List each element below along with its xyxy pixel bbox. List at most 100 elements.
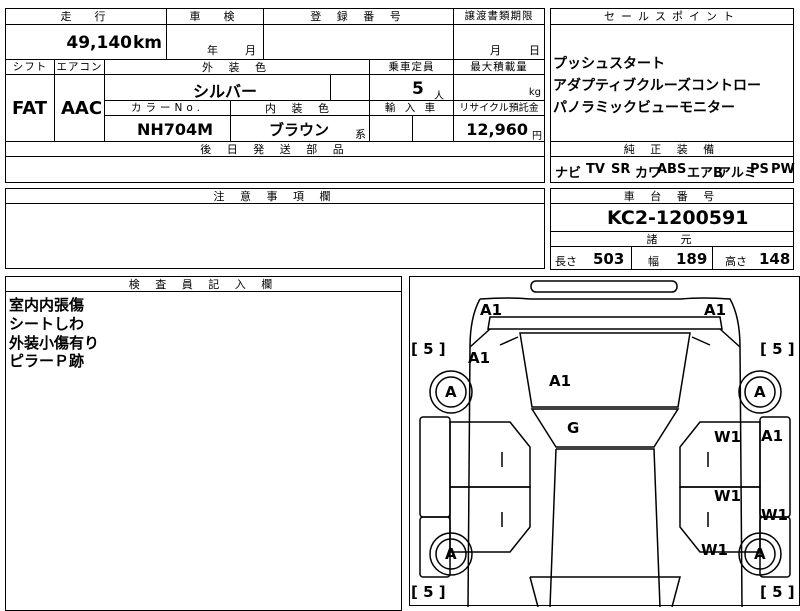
shift-value: FAT	[12, 98, 48, 119]
exterior-color-value: シルバー	[193, 82, 258, 101]
specs-width-cell: 幅 189	[631, 246, 713, 270]
tire-rl-label: A	[445, 545, 457, 563]
equipment-cell: ナビ TV SR カワ ABS エアB アルミ PS PW	[550, 156, 795, 183]
inspector-note-4: ピラーＰ跡	[9, 352, 85, 370]
notes-cell	[5, 203, 545, 269]
tire-rr-label: A	[754, 545, 766, 563]
mileage-unit: km	[132, 33, 162, 53]
tire-fl-label: A	[445, 383, 457, 401]
color-no-value: NH704M	[137, 120, 214, 139]
tire-fr-label: A	[754, 383, 766, 401]
import-cell-a	[369, 115, 413, 142]
tread-bracket-fl: [ 5 ]	[411, 340, 446, 358]
sales-points-box: プッシュスタート アダプティブクルーズコントロー パノラミックビューモニター	[550, 24, 794, 142]
width-label: 幅	[648, 255, 659, 268]
import-header: 輸 入 車	[369, 100, 454, 116]
mileage-value: 49,140	[66, 33, 132, 53]
inspection-header: 車 検	[166, 8, 264, 25]
tread-bracket-fr: [ 5 ]	[760, 340, 795, 358]
sales-point-2: アダプティブクルーズコントロー	[553, 78, 762, 94]
inspector-notes-cell: 室内内張傷 シートしわ 外装小傷有り ピラーＰ跡	[5, 291, 402, 611]
car-diagram	[419, 280, 791, 607]
import-cell-b	[412, 115, 454, 142]
aircon-value: AAC	[61, 98, 103, 119]
specs-length-cell: 長さ 503	[550, 246, 632, 270]
inspector-note-2: シートしわ	[9, 315, 85, 333]
specs-height-cell: 高さ 148	[712, 246, 794, 270]
sales-point-3: パノラミックビューモニター	[553, 100, 735, 116]
damage-front-left: A1	[480, 301, 503, 319]
max-load-header: 最大積載量	[453, 59, 545, 75]
transfer-day: 日	[529, 44, 540, 57]
shift-header: シフト	[5, 59, 55, 75]
width-value: 189	[676, 250, 708, 268]
color-no-cell: NH704M	[104, 115, 231, 142]
shift-cell: FAT	[5, 74, 55, 142]
mileage-header: 走 行	[5, 8, 167, 25]
chassis-number-cell: KC2-1200591	[550, 203, 794, 232]
capacity-value: 5	[412, 79, 424, 99]
sales-point-1: プッシュスタート	[553, 56, 665, 72]
damage-front-right: A1	[704, 301, 727, 319]
interior-color-suffix: 系	[355, 128, 366, 141]
equipment-tv: TV	[586, 162, 605, 177]
windshield-shape	[530, 408, 680, 448]
capacity-header: 乗車定員	[369, 59, 454, 75]
specs-header: 諸 元	[550, 231, 794, 247]
tread-bracket-rr: [ 5 ]	[760, 583, 795, 601]
height-value: 148	[759, 250, 791, 268]
aircon-header: エアコン	[54, 59, 105, 75]
damage-right-fender: A1	[761, 427, 784, 445]
inspector-note-1: 室内内張傷	[9, 296, 85, 314]
equipment-ps: PS	[750, 162, 769, 177]
recycle-fee-cell: 12,960 円	[453, 115, 545, 142]
transfer-deadline-cell: 月 日	[453, 24, 545, 60]
damage-right-quarter: W1	[701, 541, 728, 559]
transfer-deadline-header: 譲渡書類期限	[453, 8, 545, 25]
hood-shape	[519, 332, 691, 408]
interior-color-cell: ブラウン 系	[230, 115, 370, 142]
interior-color-value: ブラウン	[269, 121, 330, 139]
capacity-cell: 5 人	[369, 74, 454, 102]
front-bumper-shape	[530, 280, 678, 293]
registration-header: 登 録 番 号	[263, 8, 454, 25]
color-no-header: カラーNo.	[104, 100, 231, 116]
front-panel-shape	[487, 316, 723, 330]
later-parts-header: 後 日 発 送 部 品	[5, 141, 545, 157]
damage-right-rear-door: W1	[714, 487, 741, 505]
inspection-year: 年	[207, 44, 218, 57]
damage-hood: A1	[549, 372, 572, 390]
aircon-cell: AAC	[54, 74, 105, 142]
recycle-fee-unit: 円	[532, 131, 542, 142]
notes-header: 注 意 事 項 欄	[5, 188, 545, 204]
registration-cell	[263, 24, 454, 60]
interior-color-header: 内 装 色	[230, 100, 370, 116]
damage-right-front-door: W1	[714, 428, 741, 446]
max-load-cell: kg	[453, 74, 545, 101]
inspection-cell: 年 月	[166, 24, 264, 60]
max-load-unit: kg	[528, 87, 541, 98]
equipment-pw: PW	[771, 162, 795, 177]
transfer-month: 月	[490, 44, 501, 57]
recycle-fee-header: リサイクル預託金	[453, 100, 545, 116]
equipment-header: 純 正 装 備	[550, 141, 794, 157]
chassis-number-value: KC2-1200591	[607, 207, 749, 229]
damage-left-fender: A1	[468, 349, 491, 367]
exterior-color-header: 外 装 色	[104, 59, 370, 75]
car-diagram-panel: A1 A1 A1 A1 G A1 W1 W1 W1 W1 A A A A [ 5…	[409, 276, 800, 607]
equipment-sr: SR	[611, 162, 631, 177]
car-body-outline	[467, 297, 743, 607]
roof-shape	[549, 448, 661, 607]
exterior-color-extra	[330, 74, 370, 101]
exterior-color-cell: シルバー	[104, 74, 331, 101]
height-label: 高さ	[725, 255, 747, 268]
later-parts-cell	[5, 156, 545, 183]
left-door-front	[419, 416, 451, 518]
inspection-month: 月	[245, 44, 256, 57]
inspector-notes-header: 検 査 員 記 入 欄	[5, 276, 402, 292]
equipment-navi: ナビ	[555, 166, 582, 181]
tread-bracket-rl: [ 5 ]	[411, 583, 446, 601]
equipment-abs: ABS	[657, 162, 687, 177]
recycle-fee-value: 12,960	[466, 120, 528, 139]
damage-right-rocker: W1	[761, 506, 788, 524]
